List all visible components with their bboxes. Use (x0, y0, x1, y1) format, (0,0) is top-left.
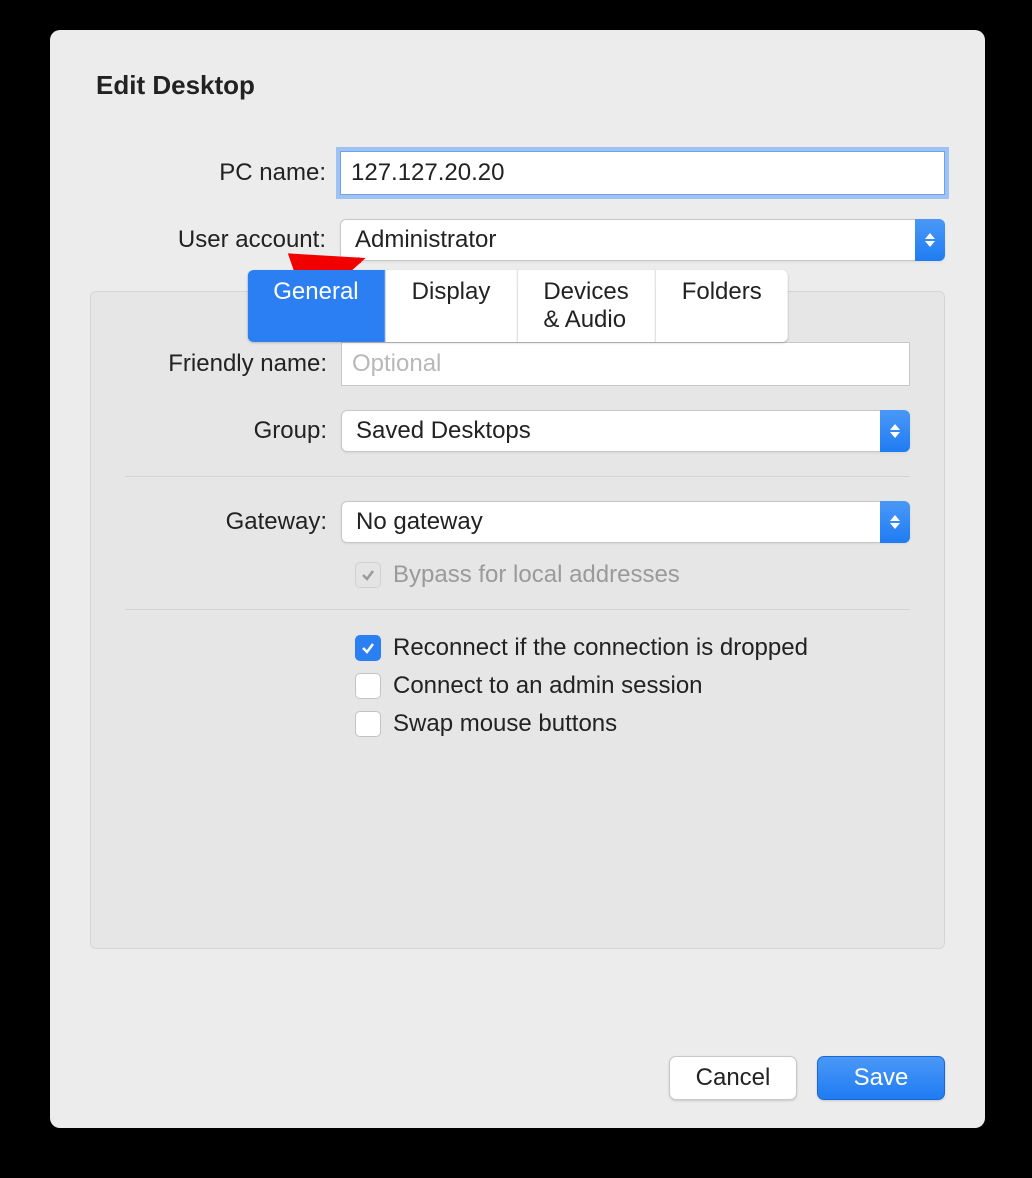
tab-display[interactable]: Display (386, 270, 518, 342)
user-account-value: Administrator (355, 226, 496, 254)
tab-panel: General Display Devices & Audio Folders … (90, 291, 945, 949)
gateway-select[interactable]: No gateway (341, 501, 910, 543)
bypass-checkbox (355, 562, 381, 588)
pc-name-input[interactable] (340, 151, 945, 195)
gateway-value: No gateway (356, 508, 483, 536)
friendly-name-label: Friendly name: (125, 350, 341, 378)
gateway-label: Gateway: (125, 508, 341, 536)
tabs: General Display Devices & Audio Folders (247, 270, 787, 342)
tab-devices-audio[interactable]: Devices & Audio (517, 270, 655, 342)
admin-session-checkbox[interactable] (355, 673, 381, 699)
friendly-name-input[interactable] (341, 342, 910, 386)
group-select[interactable]: Saved Desktops (341, 410, 910, 452)
dialog-title: Edit Desktop (96, 70, 945, 101)
user-account-label: User account: (90, 226, 340, 254)
tab-general[interactable]: General (247, 270, 385, 342)
user-account-select[interactable]: Administrator (340, 219, 945, 261)
reconnect-label: Reconnect if the connection is dropped (393, 634, 808, 662)
tab-folders[interactable]: Folders (656, 270, 788, 342)
swap-mouse-checkbox[interactable] (355, 711, 381, 737)
admin-session-label: Connect to an admin session (393, 672, 703, 700)
divider (125, 476, 910, 477)
group-label: Group: (125, 417, 341, 445)
pc-name-label: PC name: (90, 159, 340, 187)
group-value: Saved Desktops (356, 417, 531, 445)
reconnect-checkbox[interactable] (355, 635, 381, 661)
cancel-button[interactable]: Cancel (669, 1056, 797, 1100)
swap-mouse-label: Swap mouse buttons (393, 710, 617, 738)
edit-desktop-dialog: Edit Desktop PC name: User account: Admi… (50, 30, 985, 1128)
updown-icon (880, 410, 910, 452)
divider (125, 609, 910, 610)
save-button[interactable]: Save (817, 1056, 945, 1100)
updown-icon (915, 219, 945, 261)
bypass-label: Bypass for local addresses (393, 561, 680, 589)
updown-icon (880, 501, 910, 543)
